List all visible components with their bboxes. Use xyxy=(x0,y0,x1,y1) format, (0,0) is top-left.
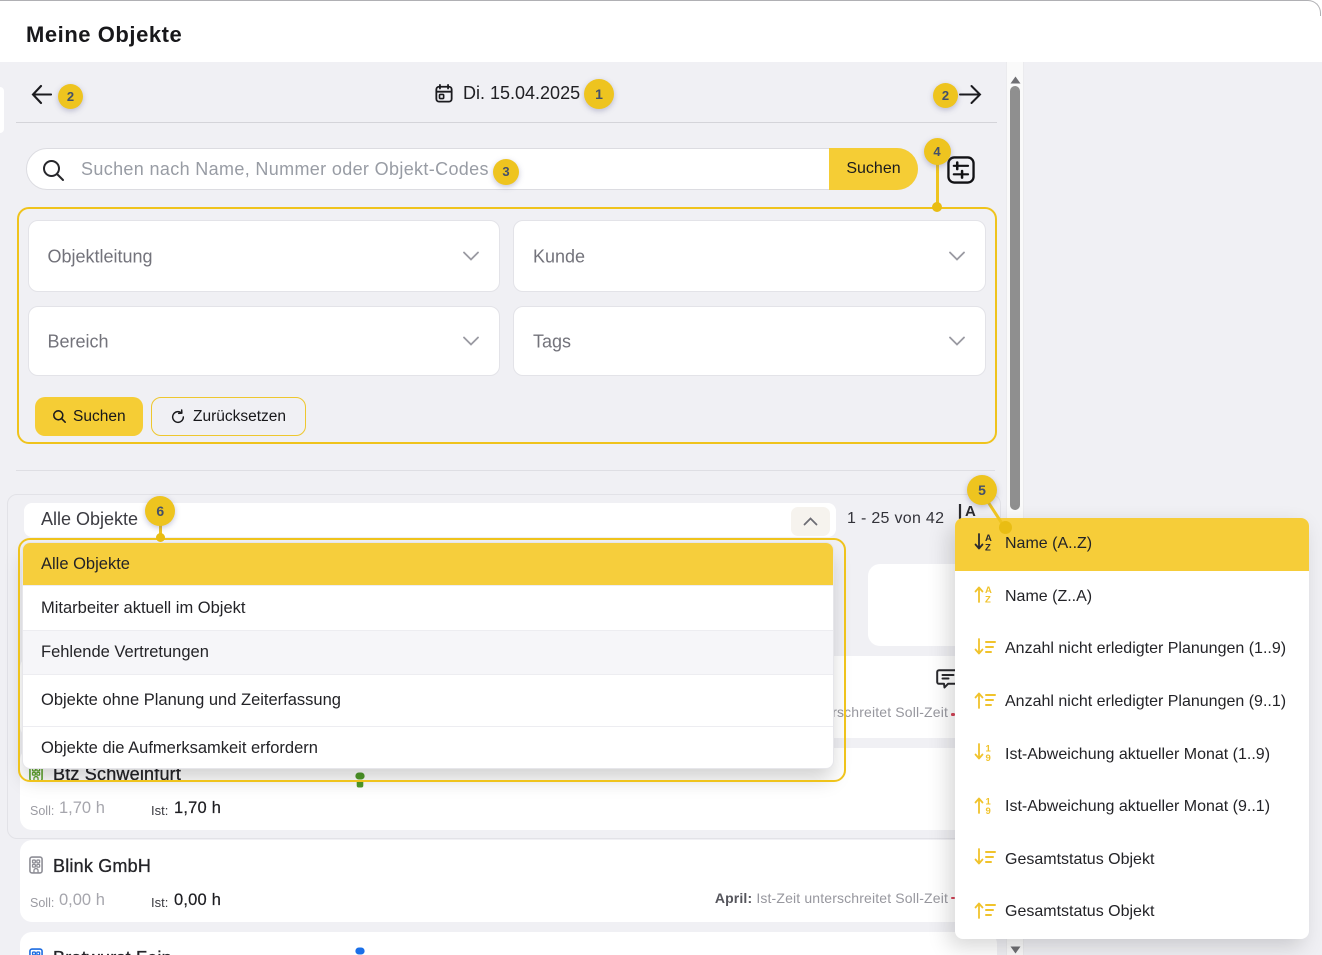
svg-text:Z: Z xyxy=(985,542,991,551)
svg-text:9: 9 xyxy=(986,753,991,761)
svg-text:Z: Z xyxy=(985,595,991,604)
svg-text:9: 9 xyxy=(986,806,991,814)
